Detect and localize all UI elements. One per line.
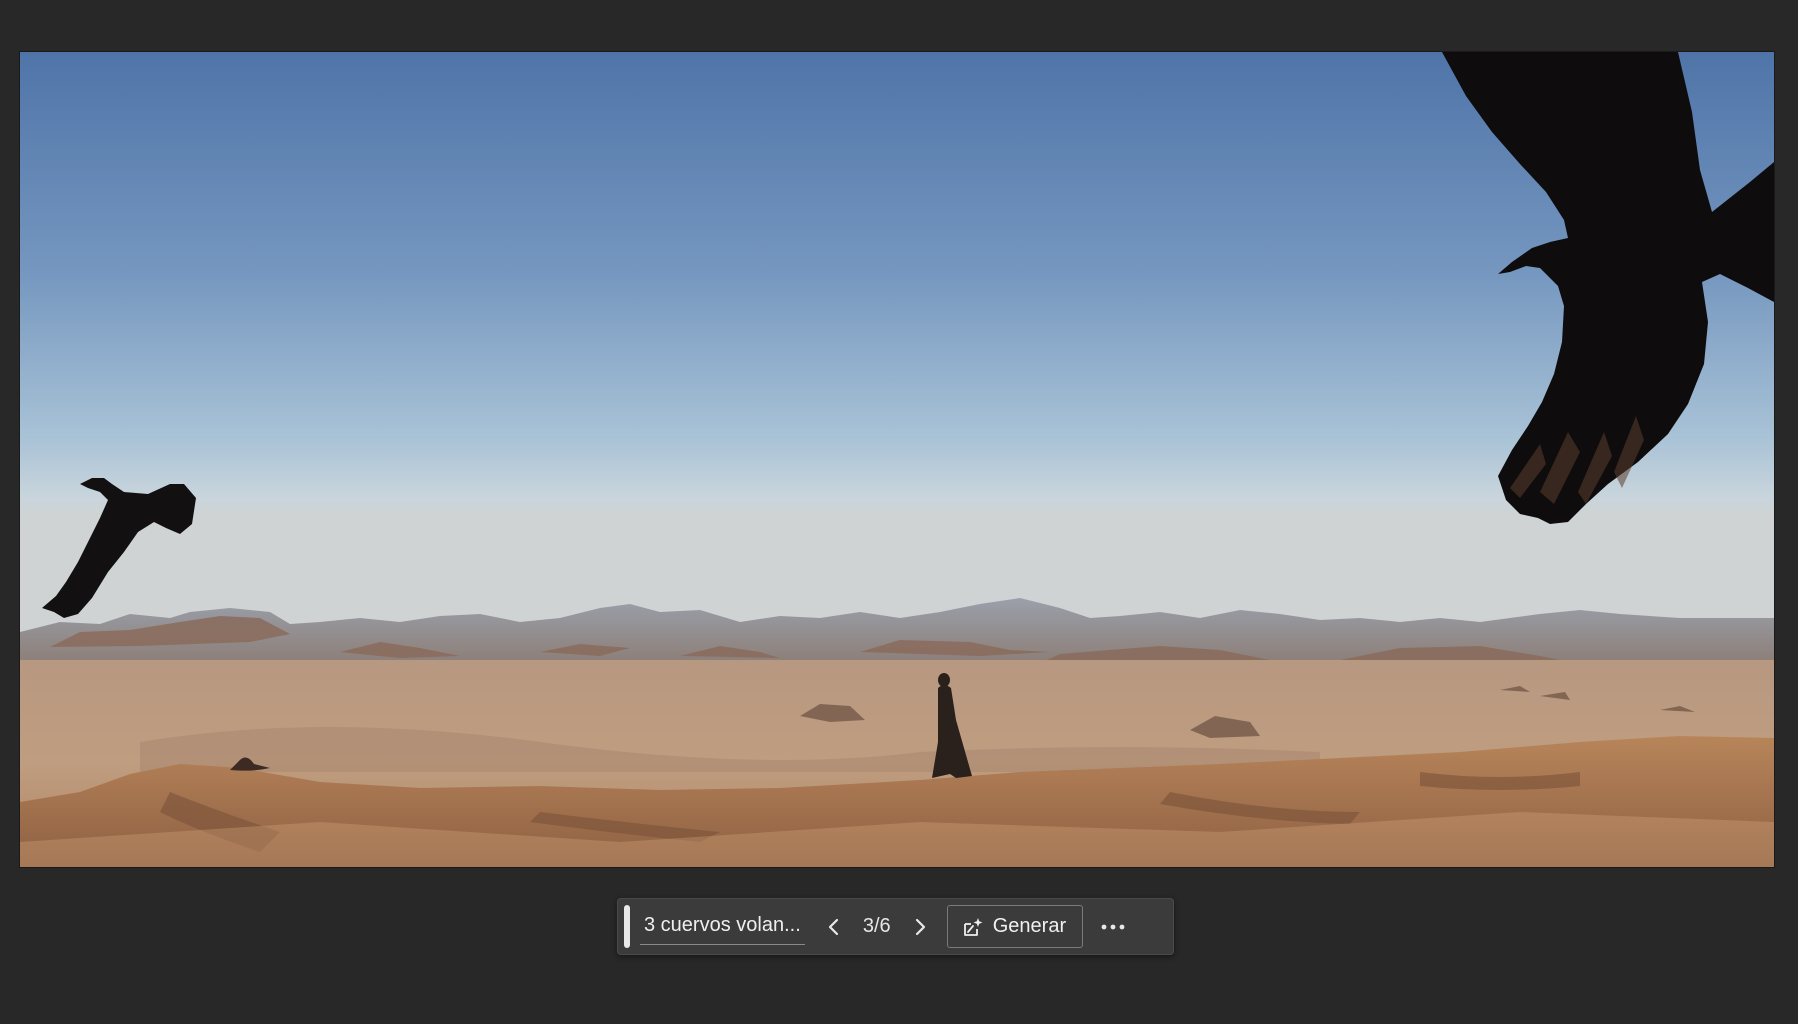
- variation-counter: 3/6: [862, 915, 891, 937]
- generate-label: Generar: [992, 915, 1067, 937]
- drag-handle[interactable]: [624, 905, 630, 948]
- chevron-right-icon: [915, 918, 925, 935]
- canvas-area: [0, 0, 1798, 1024]
- next-variation-button[interactable]: [903, 908, 937, 946]
- more-options-icon: [1101, 924, 1125, 929]
- generate-button[interactable]: Generar: [946, 905, 1084, 948]
- prompt-field[interactable]: 3 cuervos volan...: [640, 908, 805, 945]
- document-image[interactable]: [20, 52, 1774, 867]
- contextual-task-bar: 3 cuervos volan... 3/6 Generar: [617, 898, 1174, 955]
- generative-fill-icon: [963, 917, 983, 936]
- chevron-left-icon: [828, 918, 838, 935]
- previous-variation-button[interactable]: [817, 908, 851, 946]
- more-options-button[interactable]: [1091, 905, 1135, 948]
